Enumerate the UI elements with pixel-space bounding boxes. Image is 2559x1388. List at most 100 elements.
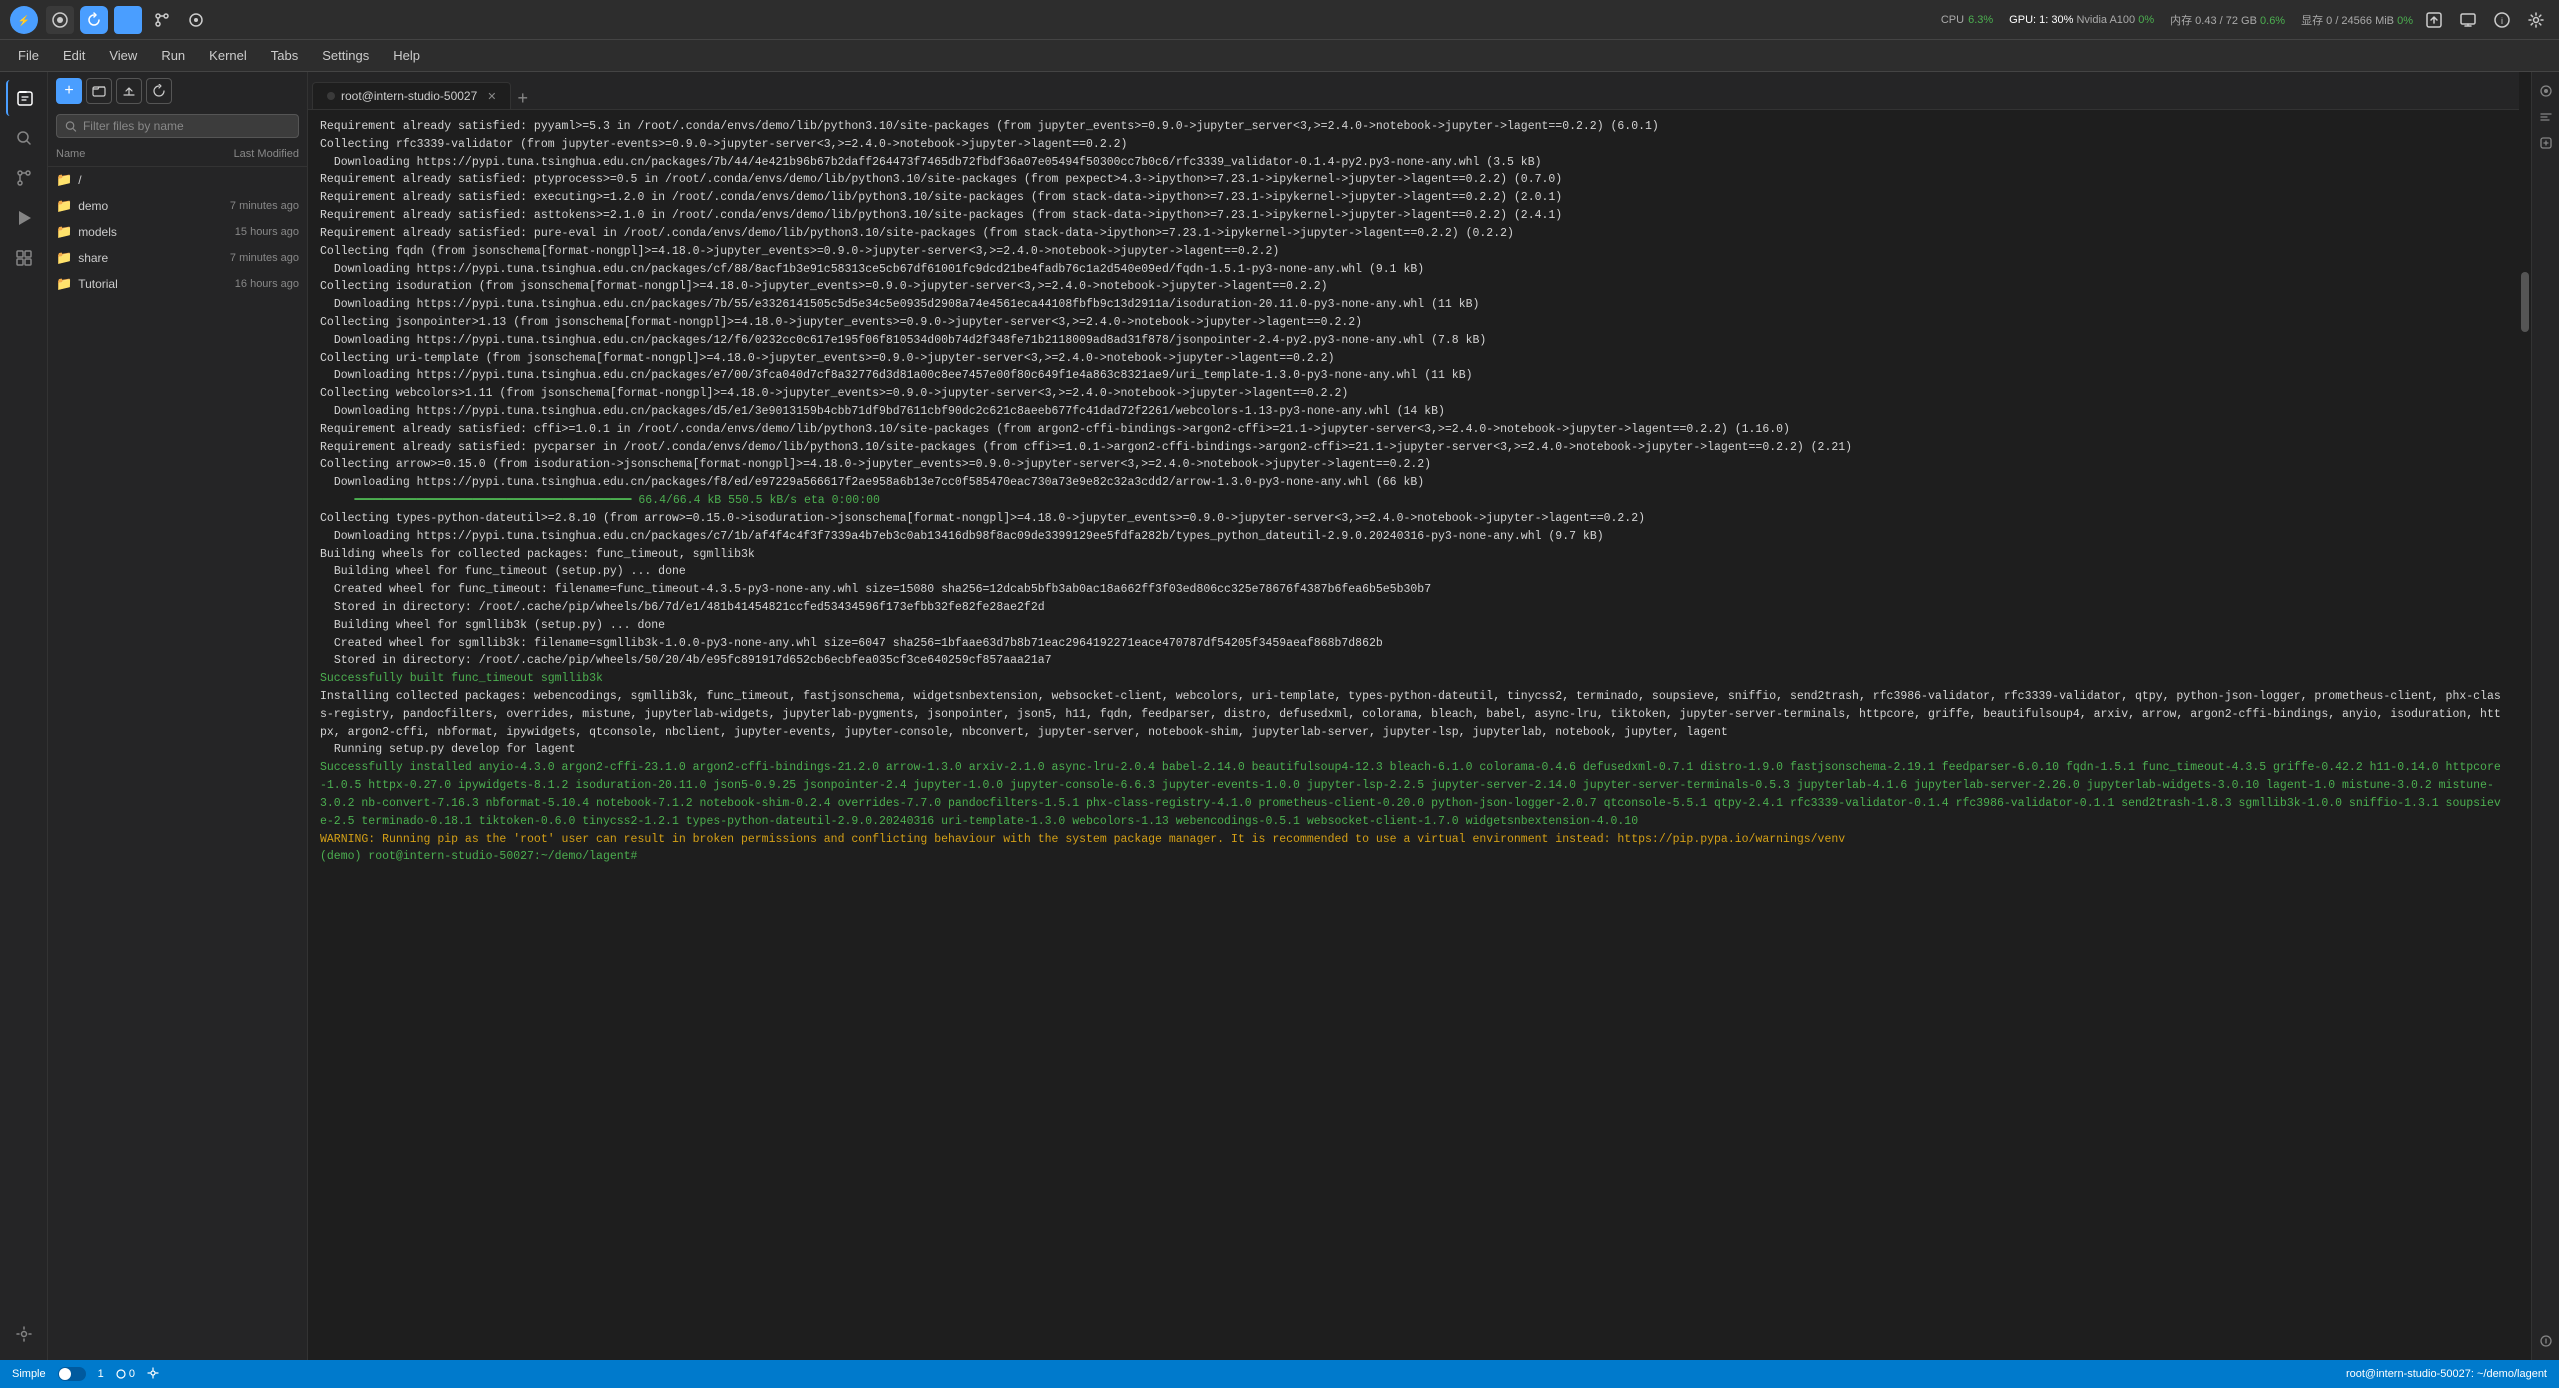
terminal-line: Requirement already satisfied: cffi>=1.0… bbox=[320, 421, 2507, 439]
right-sidebar-icon-4[interactable] bbox=[2535, 1330, 2557, 1352]
upload-file-button[interactable] bbox=[116, 78, 142, 104]
terminal-line: Collecting uri-template (from jsonschema… bbox=[320, 350, 2507, 368]
search-input[interactable] bbox=[83, 119, 290, 133]
terminal-line: WARNING: Running pip as the 'root' user … bbox=[320, 831, 2507, 849]
line-number: 1 bbox=[98, 1368, 104, 1380]
cpu-value: 6.3% bbox=[1968, 14, 1993, 26]
refresh-file-button[interactable] bbox=[146, 78, 172, 104]
terminal-line: Collecting types-python-dateutil>=2.8.10… bbox=[320, 510, 2507, 528]
cpu-stat: CPU 6.3% bbox=[1941, 14, 1993, 26]
topbar: ⚡ CPU 6.3% GPU: 1: 30% Nvidia A100 0% 内 bbox=[0, 0, 2559, 40]
svg-text:i: i bbox=[2501, 16, 2503, 26]
tab-label: root@intern-studio-50027 bbox=[341, 89, 477, 103]
folder-icon: 📁 bbox=[56, 224, 72, 240]
upload-icon[interactable] bbox=[2421, 7, 2447, 33]
terminal-line: Running setup.py develop for lagent bbox=[320, 741, 2507, 759]
file-list-header: Name Last Modified bbox=[48, 142, 307, 167]
activity-sidebar bbox=[0, 72, 48, 1360]
col-number: 0 bbox=[116, 1368, 135, 1380]
menu-tabs[interactable]: Tabs bbox=[261, 44, 308, 67]
menubar: File Edit View Run Kernel Tabs Settings … bbox=[0, 40, 2559, 72]
menu-settings[interactable]: Settings bbox=[312, 44, 379, 67]
target-icon[interactable] bbox=[182, 6, 210, 34]
file-modified: 15 hours ago bbox=[179, 226, 299, 238]
file-name: demo bbox=[78, 199, 179, 213]
sidebar-item-git[interactable] bbox=[6, 160, 42, 196]
list-item[interactable]: 📁 share 7 minutes ago bbox=[48, 245, 307, 271]
git-icon[interactable] bbox=[148, 6, 176, 34]
terminal-line: Collecting jsonpointer>1.13 (from jsonsc… bbox=[320, 314, 2507, 332]
gpu-label: GPU: 1: 30% bbox=[2009, 14, 2073, 26]
right-sidebar-icon-2[interactable] bbox=[2535, 106, 2557, 128]
list-item[interactable]: 📁 models 15 hours ago bbox=[48, 219, 307, 245]
file-name: Tutorial bbox=[78, 277, 179, 291]
folder-icon: 📁 bbox=[56, 250, 72, 266]
simple-label: Simple bbox=[12, 1368, 46, 1380]
terminal-line: Successfully built func_timeout sgmllib3… bbox=[320, 670, 2507, 688]
settings-topbar-icon[interactable] bbox=[2523, 7, 2549, 33]
gpu-stat: GPU: 1: 30% Nvidia A100 0% bbox=[2009, 14, 2154, 26]
terminal-line: Created wheel for func_timeout: filename… bbox=[320, 581, 2507, 599]
col-modified-header: Last Modified bbox=[179, 148, 299, 160]
list-item[interactable]: 📁 Tutorial 16 hours ago bbox=[48, 271, 307, 297]
terminal-line: Downloading https://pypi.tuna.tsinghua.e… bbox=[320, 332, 2507, 350]
menu-help[interactable]: Help bbox=[383, 44, 430, 67]
sidebar-item-run[interactable] bbox=[6, 200, 42, 236]
new-folder-button[interactable] bbox=[86, 78, 112, 104]
file-search-box[interactable] bbox=[56, 114, 299, 138]
terminal-output[interactable]: Requirement already satisfied: pyyaml>=5… bbox=[308, 110, 2519, 1360]
disk-pct: 0% bbox=[2397, 15, 2413, 27]
sidebar-item-extensions[interactable] bbox=[6, 240, 42, 276]
terminal-line: Building wheel for func_timeout (setup.p… bbox=[320, 563, 2507, 581]
menu-run[interactable]: Run bbox=[151, 44, 195, 67]
bottom-right: root@intern-studio-50027: ~/demo/lagent bbox=[2346, 1368, 2547, 1380]
info-icon[interactable]: i bbox=[2489, 7, 2515, 33]
folder-icon: 📁 bbox=[56, 172, 72, 188]
list-item[interactable]: 📁 demo 7 minutes ago bbox=[48, 193, 307, 219]
terminal-line: Created wheel for sgmllib3k: filename=sg… bbox=[320, 635, 2507, 653]
file-toolbar: + bbox=[48, 72, 307, 110]
scrollbar-thumb[interactable] bbox=[2521, 272, 2529, 332]
right-sidebar-icon-1[interactable] bbox=[2535, 80, 2557, 102]
new-tab-button[interactable]: + bbox=[511, 88, 534, 109]
folder-icon: 📁 bbox=[56, 198, 72, 214]
menu-view[interactable]: View bbox=[99, 44, 147, 67]
terminal-line: Successfully installed anyio-4.3.0 argon… bbox=[320, 759, 2507, 830]
terminal-line: Requirement already satisfied: pure-eval… bbox=[320, 225, 2507, 243]
sidebar-item-search[interactable] bbox=[6, 120, 42, 156]
terminal-line: Requirement already satisfied: executing… bbox=[320, 189, 2507, 207]
mem-label: 内存 0.43 / 72 GB bbox=[2170, 15, 2257, 27]
right-sidebar-icon-3[interactable] bbox=[2535, 132, 2557, 154]
status-path: root@intern-studio-50027: ~/demo/lagent bbox=[2346, 1368, 2547, 1380]
tab-dot bbox=[327, 92, 335, 100]
menu-file[interactable]: File bbox=[8, 44, 49, 67]
code-icon[interactable] bbox=[114, 6, 142, 34]
menu-kernel[interactable]: Kernel bbox=[199, 44, 257, 67]
disk-stat: 显存 0 / 24566 MiB 0% bbox=[2301, 12, 2413, 28]
sidebar-item-settings[interactable] bbox=[6, 1316, 42, 1352]
menu-edit[interactable]: Edit bbox=[53, 44, 95, 67]
app-logo[interactable]: ⚡ bbox=[10, 6, 38, 34]
tab-bar: root@intern-studio-50027 ✕ + bbox=[308, 72, 2519, 110]
terminal-line: Downloading https://pypi.tuna.tsinghua.e… bbox=[320, 261, 2507, 279]
cpu-label: CPU bbox=[1941, 14, 1964, 26]
terminal-tab[interactable]: root@intern-studio-50027 ✕ bbox=[312, 82, 511, 109]
refresh-icon[interactable] bbox=[80, 6, 108, 34]
monitor-icon[interactable] bbox=[2455, 7, 2481, 33]
file-modified: 7 minutes ago bbox=[179, 252, 299, 264]
topbar-stats: CPU 6.3% GPU: 1: 30% Nvidia A100 0% 内存 0… bbox=[1941, 12, 2413, 28]
list-item[interactable]: 📁 / bbox=[48, 167, 307, 193]
gear-bottom-icon[interactable] bbox=[147, 1367, 159, 1382]
new-file-button[interactable]: + bbox=[56, 78, 82, 104]
terminal-line: Downloading https://pypi.tuna.tsinghua.e… bbox=[320, 154, 2507, 172]
sidebar-item-files[interactable] bbox=[6, 80, 42, 116]
terminal-line: Requirement already satisfied: asttokens… bbox=[320, 207, 2507, 225]
terminal-line: Stored in directory: /root/.cache/pip/wh… bbox=[320, 652, 2507, 670]
scrollbar-track[interactable] bbox=[2519, 72, 2531, 1360]
terminal-line: Stored in directory: /root/.cache/pip/wh… bbox=[320, 599, 2507, 617]
terminal-line: Requirement already satisfied: ptyproces… bbox=[320, 171, 2507, 189]
activity-icon[interactable] bbox=[46, 6, 74, 34]
tab-close-icon[interactable]: ✕ bbox=[487, 90, 496, 103]
simple-toggle[interactable] bbox=[58, 1367, 86, 1381]
file-modified: 7 minutes ago bbox=[179, 200, 299, 212]
